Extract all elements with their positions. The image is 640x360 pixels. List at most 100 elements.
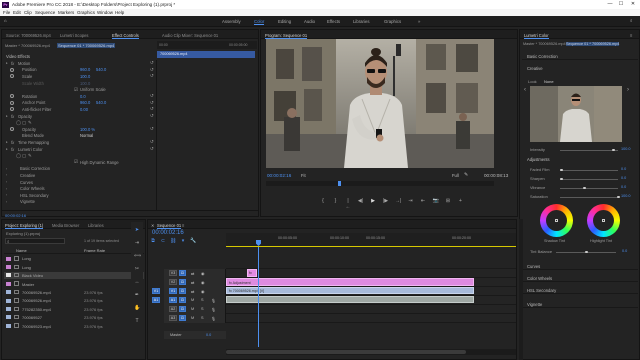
sync-lock-icon[interactable]: M (191, 307, 194, 311)
mask-ellipse-icon[interactable]: ◯ (16, 120, 21, 126)
track-lock-icon[interactable]: ⊡ (179, 306, 186, 313)
sequence-menu-icon[interactable]: ≡ (182, 223, 184, 228)
workspace-color[interactable]: Color (254, 19, 265, 25)
tab-sequence-01[interactable]: Sequence 01 (157, 223, 182, 229)
slip-tool-icon[interactable]: ↔ (134, 279, 140, 285)
reset-icon[interactable]: ↺ (150, 60, 154, 65)
track-target-toggle[interactable]: V2 (169, 279, 177, 286)
look-next-icon[interactable]: › (627, 87, 629, 93)
project-item[interactable]: 700069526.mp4 23.976 fps (4, 289, 144, 297)
tab-media-browser[interactable]: Media Browser (52, 223, 79, 228)
master-clip-label[interactable]: Master * 700069526.mp4 (5, 43, 50, 48)
blend-mode-select[interactable]: Normal (80, 133, 93, 138)
tab-libraries[interactable]: Libraries (88, 223, 104, 228)
adjust-slider[interactable] (560, 187, 618, 189)
menu-file[interactable]: File (3, 10, 10, 15)
workspace-graphics[interactable]: Graphics (384, 19, 401, 24)
lumetri-section[interactable]: Color Wheels (522, 274, 638, 282)
work-area-bar[interactable] (226, 246, 516, 247)
workspace-libraries[interactable]: Libraries (353, 19, 369, 24)
project-item[interactable]: 775282350.mp4 23.976 fps (4, 305, 144, 313)
lumetri-menu-icon[interactable]: ≡ (630, 33, 632, 38)
sync-lock-icon[interactable]: M (191, 316, 194, 320)
fx-badge-icon[interactable]: fx (11, 147, 14, 152)
home-icon[interactable]: ⌂ (4, 18, 7, 23)
mask-pen-icon[interactable]: ✎ (28, 153, 32, 159)
eye-icon[interactable]: ◉ (201, 271, 204, 276)
tab-lumetri-scopes[interactable]: Lumetri Scopes (60, 33, 88, 38)
track-lane[interactable] (226, 314, 516, 323)
tab-audio-clip-mixer[interactable]: Audio Clip Mixer: Sequence 01 (162, 33, 218, 38)
menu-clip[interactable]: Clip (24, 10, 32, 15)
workspace-overflow[interactable]: » (418, 19, 420, 24)
nest-icon[interactable]: ⧉ (150, 238, 156, 244)
disclosure-triangle-icon[interactable]: ▸ (6, 114, 8, 118)
audio-clip-a1[interactable] (226, 296, 474, 303)
eye-icon[interactable]: ◉ (201, 280, 204, 285)
property-value[interactable]: 100.0 % (80, 127, 95, 132)
property-value[interactable]: 100.0 (80, 81, 90, 86)
property-value-2[interactable]: 540.0 (96, 67, 106, 72)
tint-balance-value[interactable]: 0.0 (622, 249, 627, 253)
program-playhead[interactable] (338, 181, 341, 186)
stopwatch-icon[interactable] (10, 94, 14, 98)
selection-tool-icon[interactable]: ➤ (134, 227, 140, 233)
mini-clip[interactable]: 700069526.mp4 (157, 51, 255, 58)
track-target-toggle[interactable]: A2 (169, 306, 177, 313)
checkbox[interactable]: ☑ (74, 159, 78, 165)
project-item[interactable]: Long (4, 263, 144, 271)
overwrite-icon[interactable]: ⇤ (420, 198, 426, 204)
reset-icon[interactable]: ↺ (150, 73, 154, 78)
comparison-view-icon[interactable]: ⊞ (445, 198, 451, 204)
microphone-icon[interactable]: 🎙 (211, 307, 216, 312)
tab-lumetri-color[interactable]: Lumetri Color (524, 33, 549, 39)
close-sequence-icon[interactable]: ✕ (151, 223, 154, 228)
menu-markers[interactable]: Markers (58, 10, 74, 15)
project-item[interactable]: 700069527 23.976 fps (4, 314, 144, 322)
track-target-toggle[interactable]: V3 (169, 270, 177, 277)
timeline-timecode[interactable]: 00:00:02:16 (152, 230, 184, 236)
track-lane[interactable] (226, 305, 516, 314)
highlight-tint-wheel[interactable] (587, 204, 620, 237)
linked-selection-icon[interactable]: ⛓ (170, 238, 176, 244)
reset-icon[interactable]: ↺ (150, 126, 154, 131)
adjust-slider-thumb[interactable] (617, 195, 620, 198)
adjust-slider[interactable] (560, 196, 618, 198)
program-timecode[interactable]: 00:00:02:16 (267, 173, 291, 178)
go-to-in-icon[interactable]: |← (345, 198, 351, 210)
tab-program[interactable]: Program: Sequence 01 (265, 33, 308, 39)
disclosure-triangle-icon[interactable]: › (6, 167, 7, 171)
sync-lock-icon[interactable]: M (191, 298, 194, 302)
track-select-tool-icon[interactable]: ⇥ (134, 240, 140, 246)
track-lock-icon[interactable]: ⊡ (179, 297, 186, 304)
shadow-tint-wheel[interactable] (540, 204, 573, 237)
track-lock-icon[interactable]: ⊡ (179, 279, 186, 286)
mask-rect-icon[interactable]: ▢ (22, 153, 26, 159)
adjustment-clip-v2[interactable]: fx Adjustment (226, 278, 474, 286)
source-patch-v1[interactable]: V1 (152, 288, 160, 295)
export-frame-icon[interactable]: 📷 (433, 198, 439, 204)
disclosure-triangle-icon[interactable]: › (6, 200, 7, 204)
track-lock-icon[interactable]: ⊡ (179, 315, 186, 322)
reset-icon[interactable]: ↺ (150, 113, 154, 118)
look-dropdown[interactable]: None (544, 79, 554, 84)
sync-lock-icon[interactable]: ⇄ (191, 271, 194, 276)
adjust-value[interactable]: 100.0 (621, 194, 631, 198)
sync-lock-icon[interactable]: ⇄ (191, 289, 194, 294)
workspace-assembly[interactable]: Assembly (222, 19, 241, 24)
pen-tool-icon[interactable]: ✒ (134, 292, 140, 298)
track-lock-icon[interactable]: ⊡ (179, 270, 186, 277)
reset-icon[interactable]: ↺ (150, 106, 154, 111)
project-item[interactable]: Master (4, 280, 144, 288)
solo-icon[interactable]: S (201, 307, 204, 311)
mark-in-icon[interactable]: { (320, 198, 326, 204)
timeline-playhead-line[interactable] (257, 247, 259, 347)
intensity-slider[interactable] (560, 149, 618, 151)
insert-icon[interactable]: ⇥ (408, 198, 414, 204)
lumetri-section[interactable]: Vignette (522, 300, 638, 308)
eye-icon[interactable]: ◉ (201, 289, 204, 294)
type-tool-icon[interactable]: T (134, 318, 140, 324)
label-color-swatch[interactable] (6, 298, 11, 303)
go-to-out-icon[interactable]: →| (395, 198, 401, 204)
razor-tool-icon[interactable]: ✂ (134, 266, 140, 272)
